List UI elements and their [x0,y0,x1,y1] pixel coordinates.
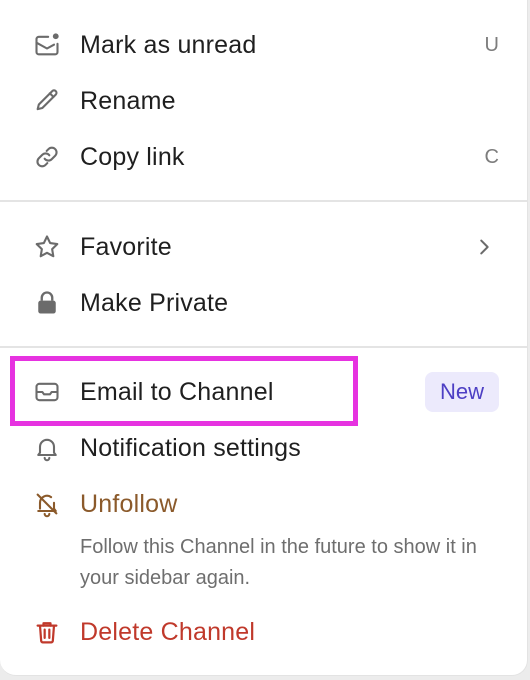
menu-divider [0,200,527,202]
bell-icon [32,433,62,463]
bell-off-icon [32,489,62,519]
lock-icon [32,288,62,318]
menu-item-label: Copy link [80,142,185,171]
menu-item-mark-as-unread[interactable]: Mark as unread U [0,17,527,73]
mail-unread-icon [32,30,62,60]
envelope-icon [32,377,62,407]
shortcut-hint: U [484,33,499,56]
menu-item-label: Rename [80,86,176,115]
menu-item-copy-link[interactable]: Copy link C [0,129,527,185]
star-icon [32,232,62,262]
shortcut-hint: C [484,145,499,168]
menu-item-make-private[interactable]: Make Private [0,275,527,331]
menu-item-label: Mark as unread [80,30,257,59]
menu-item-label: Notification settings [80,433,301,462]
menu-item-label: Unfollow [80,489,178,518]
new-badge: New [425,372,499,412]
menu-item-label: Favorite [80,232,172,261]
link-icon [32,142,62,172]
menu-item-label: Email to Channel [80,377,274,406]
menu-item-rename[interactable]: Rename [0,73,527,129]
menu-item-label: Make Private [80,288,229,317]
menu-item-notification-settings[interactable]: Notification settings [0,420,527,476]
menu-item-delete-channel[interactable]: Delete Channel [0,604,527,660]
menu-item-label: Delete Channel [80,617,256,646]
chevron-right-icon [480,239,489,255]
menu-item-unfollow[interactable]: Unfollow [0,476,527,532]
pencil-icon [32,86,62,116]
channel-context-menu: Mark as unread U Rename Copy link C Favo… [0,0,528,676]
menu-divider [0,346,527,348]
menu-item-favorite[interactable]: Favorite [0,219,527,275]
trash-icon [32,617,62,647]
unfollow-description: Follow this Channel in the future to sho… [80,536,477,589]
